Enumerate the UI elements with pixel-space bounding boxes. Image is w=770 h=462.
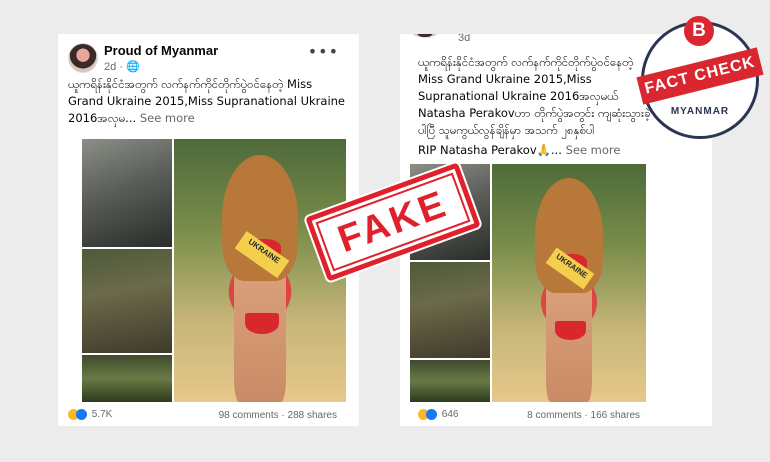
bikini-bottom [555,321,586,341]
globe-icon: 🌐 [126,61,140,73]
photo-soldier-city[interactable] [82,139,172,247]
reaction-count: 5.7K [91,409,113,420]
photo-pageant-contestant[interactable]: UKRAINE [492,164,646,402]
page-name[interactable]: Proud of Myanmar [104,43,218,58]
photo-rubble[interactable] [82,355,172,402]
post-body: ယူကရိန်းနိုင်ငံအတွက် လက်နက်ကိုင်တိုက်ပွဲ… [68,77,346,125]
like-react-icon [76,409,87,420]
reaction-count: 646 [441,409,459,420]
more-options-icon[interactable]: ••• [308,42,339,61]
post-time[interactable]: 2d · 🌐 [104,60,140,73]
reactions[interactable]: 5.7K [68,409,112,420]
post-footer: 646 8 comments · 166 shares [400,406,712,426]
post-photo-collage[interactable]: UKRAINE [82,139,346,402]
post-header: Proud of Myanmar 2d · 🌐 ••• [68,40,359,74]
post-rip-line: RIP Natasha Perakov🙏... See more [418,142,654,159]
see-more-link[interactable]: See more [140,111,195,125]
avatar[interactable] [410,34,440,38]
post-body: ယူကရိန်းနိုင်ငံအတွက် လက်နက်ကိုင်တိုက်ပွဲ… [418,55,651,137]
post-time-text: 2d · [104,61,123,73]
photo-soldier-camp[interactable] [410,262,490,358]
photo-soldier-camp[interactable] [82,249,172,353]
fact-check-seal: B FACT CHECK MYANMAR [636,16,764,139]
bikini-bottom [244,312,279,334]
post-text: ယူကရိန်းနိုင်ငံအတွက် လက်နက်ကိုင်တိုက်ပွဲ… [418,54,654,139]
comment-share-stats[interactable]: 8 comments · 166 shares [527,410,640,421]
comment-share-stats[interactable]: 98 comments · 288 shares [219,410,337,421]
rip-text: RIP Natasha Perakov🙏... [418,143,562,157]
brand-logo-badge: B [684,16,714,46]
avatar[interactable] [68,43,98,73]
see-more-link[interactable]: See more [566,143,621,157]
post-time-text: 3d [458,34,471,44]
reactions[interactable]: 646 [418,409,458,420]
like-react-icon [426,409,437,420]
post-text: ယူကရိန်းနိုင်ငံအတွက် လက်နက်ကိုင်တိုက်ပွဲ… [68,76,346,127]
fact-check-country: MYANMAR [670,106,730,117]
photo-pageant-contestant[interactable]: UKRAINE [174,139,346,402]
photo-rubble[interactable] [410,360,490,402]
fact-check-banner: FACT CHECK [636,47,764,105]
post-footer: 5.7K 98 comments · 288 shares [58,406,359,426]
post-time[interactable]: 3d [458,34,470,44]
